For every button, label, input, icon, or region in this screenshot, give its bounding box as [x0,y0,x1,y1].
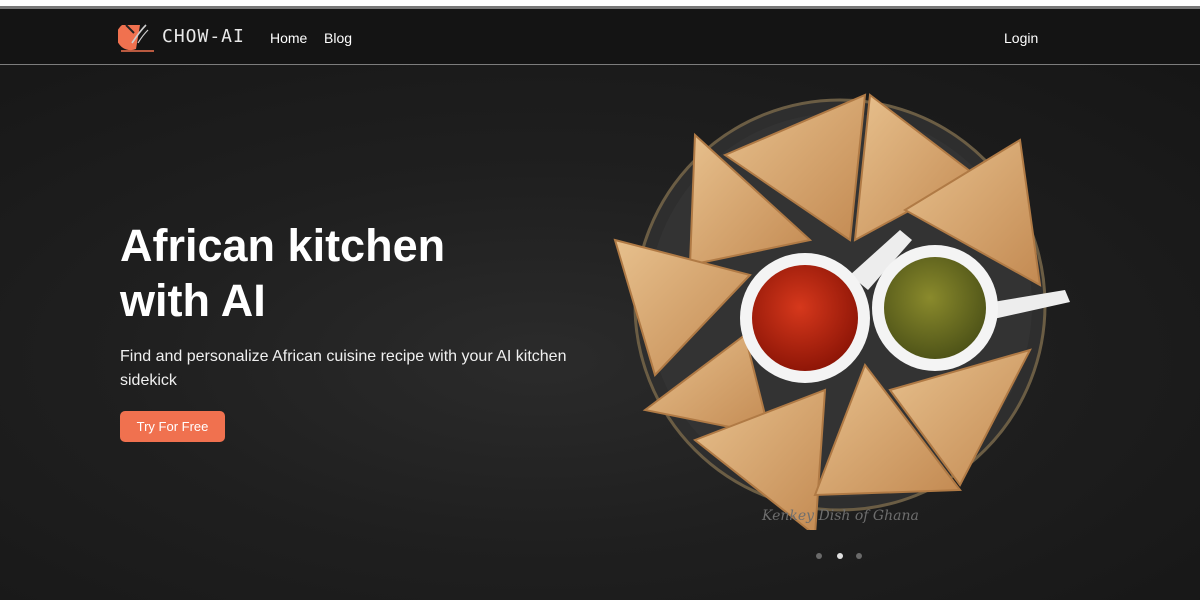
hero-headline: African kitchen with AI [120,218,580,328]
brand-name: CHOW-AI [162,26,245,47]
hero-subtext: Find and personalize African cuisine rec… [120,348,567,389]
login-link[interactable]: Login [1004,30,1038,46]
carousel-dot-2[interactable] [837,553,843,559]
nav-blog-link[interactable]: Blog [324,30,352,46]
headline-line-1: African kitchen [120,220,446,271]
samosa-plate-image [613,93,1070,530]
chef-knife-logo-icon[interactable] [118,19,158,55]
image-caption: Kenkey Dish of Ghana [762,508,919,524]
carousel-dot-1[interactable] [816,553,822,559]
nav-home-link[interactable]: Home [270,30,307,46]
navbar: CHOW-AI Home Blog Login [0,9,1200,65]
try-for-free-button[interactable]: Try For Free [120,411,225,442]
carousel-dot-3[interactable] [856,553,862,559]
headline-line-2: with AI [120,275,266,326]
